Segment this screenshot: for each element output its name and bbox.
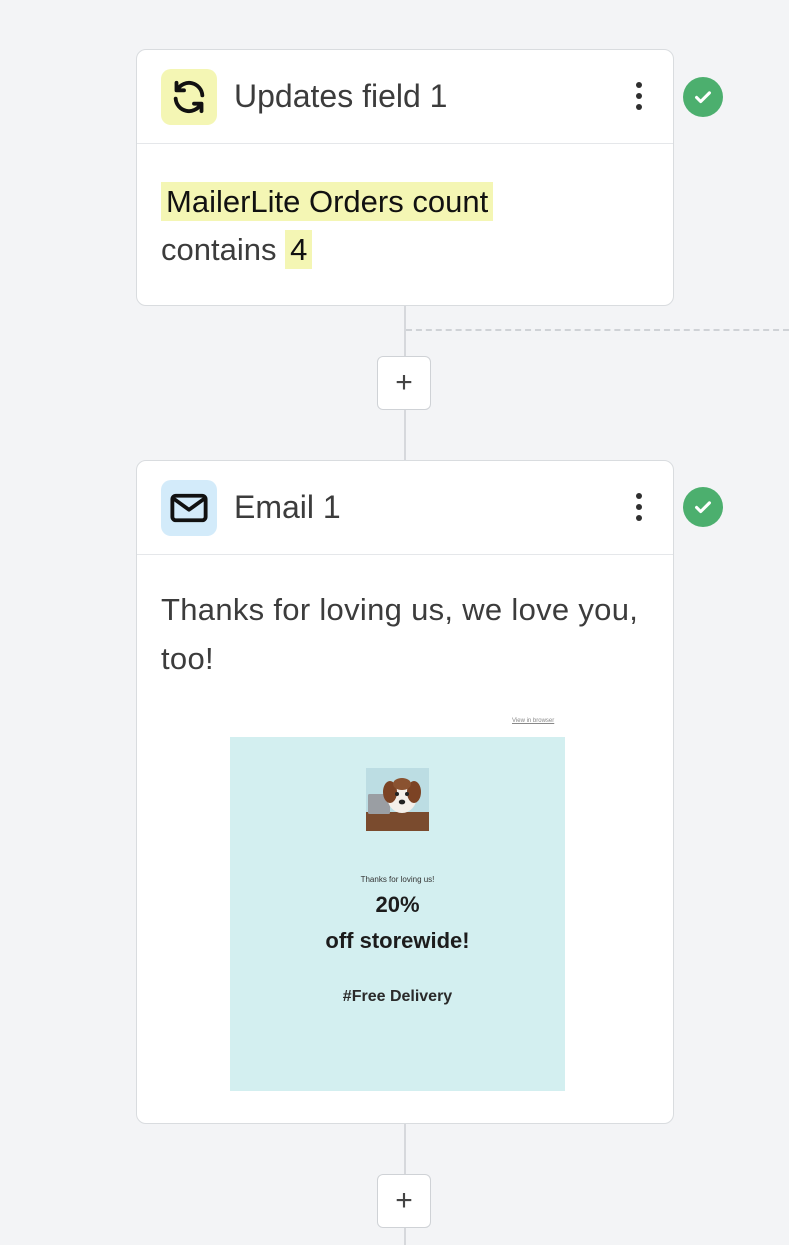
condition-value: 4 — [285, 230, 313, 269]
condition-field: MailerLite Orders count — [161, 182, 494, 221]
step-icon-box — [161, 479, 217, 536]
step-condition: MailerLite Orders count contains 4 — [137, 144, 673, 274]
success-check-icon — [683, 487, 723, 527]
preview-headline: off storewide! — [325, 928, 470, 953]
more-options-icon[interactable] — [629, 487, 649, 527]
updates-field-step-card[interactable]: Updates field 1 MailerLite Orders count … — [136, 49, 674, 306]
step-header: Updates field 1 — [137, 50, 673, 144]
add-step-button[interactable]: + — [377, 356, 431, 410]
add-step-button[interactable]: + — [377, 1174, 431, 1228]
dog-illustration — [366, 768, 429, 831]
more-options-icon[interactable] — [629, 76, 649, 116]
preview-intro: Thanks for loving us! — [360, 875, 435, 884]
step-title: Email 1 — [234, 489, 341, 525]
email-preview-thumbnail[interactable]: Thanks for loving us! 20% off storewide!… — [230, 737, 565, 1091]
email-subject: Thanks for loving us, we love you, too! — [161, 592, 639, 676]
condition-operator: contains — [161, 232, 277, 267]
branch-connector-dashed — [406, 329, 789, 331]
connector-line — [404, 305, 406, 357]
preview-headline: 20% — [375, 892, 420, 917]
view-in-browser-link[interactable]: View in browser — [512, 718, 554, 724]
mail-icon — [170, 493, 208, 522]
connector-line — [404, 409, 406, 461]
success-check-icon — [683, 77, 723, 117]
step-icon-box — [161, 68, 217, 125]
step-title: Updates field 1 — [234, 78, 448, 114]
connector-line — [404, 1123, 406, 1175]
step-header: Email 1 — [137, 461, 673, 555]
connector-line — [404, 1228, 406, 1245]
sync-icon — [173, 80, 205, 113]
preview-tagline: #Free Delivery — [342, 988, 453, 1005]
